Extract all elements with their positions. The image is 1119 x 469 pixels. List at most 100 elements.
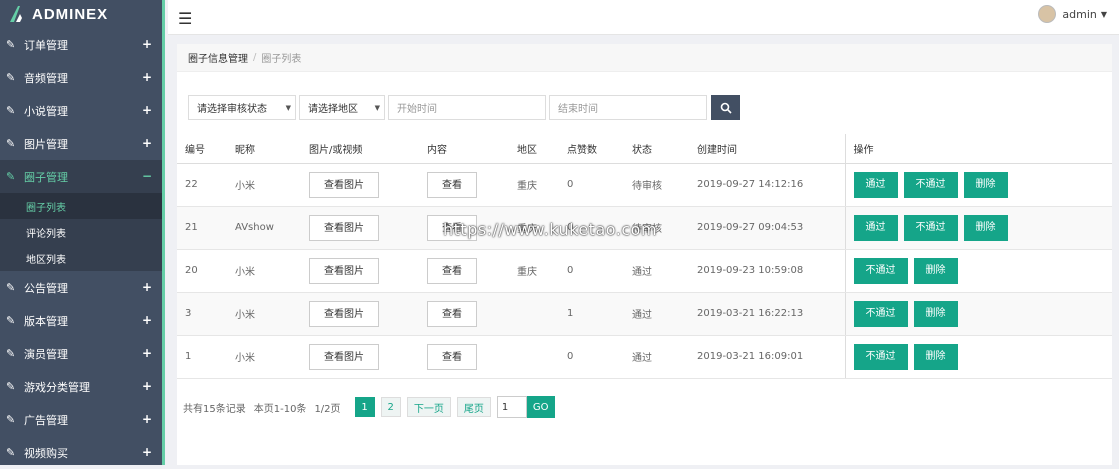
sidebar-item-label: 演员管理 — [24, 347, 68, 361]
sidebar-item-7[interactable]: ✎ 演员管理 + — [0, 337, 162, 370]
view-content-button[interactable]: 查看 — [427, 300, 477, 327]
view-content-button[interactable]: 查看 — [427, 257, 477, 284]
brand-logo[interactable]: ADMINEX — [0, 0, 162, 28]
start-time-input[interactable]: 开始时间 — [388, 95, 546, 120]
search-button[interactable] — [711, 95, 740, 120]
sidebar-item-2[interactable]: ✎ 小说管理 + — [0, 94, 162, 127]
pager-range: 本页1-10条 — [253, 403, 307, 415]
menu-toggle-icon[interactable]: ☰ — [178, 9, 192, 28]
sidebar-item-5[interactable]: ✎ 公告管理 + — [0, 271, 162, 304]
cell-name: AVshow — [227, 206, 301, 250]
cell-id: 20 — [177, 249, 227, 293]
cell-content: 查看 — [419, 335, 509, 379]
sidebar-item-6[interactable]: ✎ 版本管理 + — [0, 304, 162, 337]
next-page-button[interactable]: 下一页 — [406, 397, 451, 417]
page-jump-input[interactable]: 1 — [496, 396, 527, 418]
th-id: 编号 — [177, 134, 227, 164]
cell-created: 2019-09-27 09:04:53 — [689, 206, 845, 250]
select-arrow-icon: ▼ — [374, 103, 380, 112]
action-button[interactable]: 通过 — [853, 171, 898, 198]
avatar — [1038, 5, 1057, 23]
cell-status: 通过 — [624, 249, 689, 293]
action-button[interactable]: 删除 — [913, 343, 958, 370]
last-page-button[interactable]: 尾页 — [456, 397, 491, 417]
view-image-button[interactable]: 查看图片 — [309, 171, 379, 198]
cell-likes: 0 — [559, 335, 624, 379]
table-row: 20 小米 查看图片 查看 重庆 0 通过 2019-09-23 10:59:08 不通过 删除 — [177, 249, 1112, 293]
cell-likes: 0 — [559, 249, 624, 293]
view-image-button[interactable]: 查看图片 — [309, 300, 379, 327]
cell-created: 2019-03-21 16:22:13 — [689, 292, 845, 336]
sidebar-item-label: 视频购买 — [24, 446, 68, 460]
action-button[interactable]: 不通过 — [853, 343, 908, 370]
sidebar-item-9[interactable]: ✎ 广告管理 + — [0, 403, 162, 436]
sidebar-subitem-1[interactable]: 评论列表 — [0, 219, 162, 245]
user-menu[interactable]: admin ▼ — [1038, 5, 1107, 23]
sidebar-item-8[interactable]: ✎ 游戏分类管理 + — [0, 370, 162, 403]
view-content-button[interactable]: 查看 — [427, 343, 477, 370]
sidebar-subitem-2[interactable]: 地区列表 — [0, 245, 162, 271]
action-button[interactable]: 通过 — [853, 214, 898, 241]
pager-pages: 1/2页 — [314, 403, 341, 415]
breadcrumb: 圈子信息管理 / 圈子列表 — [177, 44, 1112, 72]
sidebar-item-label: 音频管理 — [24, 71, 68, 85]
expand-icon: + — [141, 412, 152, 426]
action-button[interactable]: 删除 — [913, 257, 958, 284]
cell-name: 小米 — [227, 292, 301, 336]
action-button[interactable]: 不通过 — [903, 214, 958, 241]
cell-created: 2019-03-21 16:09:01 — [689, 335, 845, 379]
sidebar-item-10[interactable]: ✎ 视频购买 + — [0, 436, 162, 469]
expand-icon: + — [141, 346, 152, 360]
expand-icon: + — [141, 70, 152, 84]
cell-media: 查看图片 — [301, 163, 419, 207]
view-image-button[interactable]: 查看图片 — [309, 257, 379, 284]
caret-down-icon: ▼ — [1100, 9, 1107, 19]
sidebar-item-4[interactable]: ✎ 圈子管理 − — [0, 160, 162, 193]
action-button[interactable]: 删除 — [913, 300, 958, 327]
breadcrumb-separator: / — [253, 52, 257, 63]
cell-id: 3 — [177, 292, 227, 336]
action-button[interactable]: 删除 — [963, 171, 1008, 198]
expand-icon: + — [141, 103, 152, 117]
cell-created: 2019-09-23 10:59:08 — [689, 249, 845, 293]
action-button[interactable]: 不通过 — [853, 257, 908, 284]
page-1-button[interactable]: 1 — [354, 397, 375, 417]
view-image-button[interactable]: 查看图片 — [309, 214, 379, 241]
cell-content: 查看 — [419, 249, 509, 293]
cell-status: 待审核 — [624, 163, 689, 207]
cell-name: 小米 — [227, 335, 301, 379]
region-select-value: 请选择地区 — [308, 104, 358, 115]
view-content-button[interactable]: 查看 — [427, 171, 477, 198]
view-image-button[interactable]: 查看图片 — [309, 343, 379, 370]
cell-id: 1 — [177, 335, 227, 379]
action-button[interactable]: 不通过 — [853, 300, 908, 327]
edit-icon: ✎ — [6, 380, 16, 393]
end-time-input[interactable]: 结束时间 — [549, 95, 707, 120]
cell-media: 查看图片 — [301, 249, 419, 293]
pagination: 共有15条记录 本页1-10条 1/2页 1 2 下一页 尾页 1 GO — [183, 396, 555, 418]
sidebar-item-1[interactable]: ✎ 音频管理 + — [0, 61, 162, 94]
breadcrumb-parent[interactable]: 圈子信息管理 — [188, 50, 248, 65]
expand-icon: + — [141, 313, 152, 327]
action-button[interactable]: 不通过 — [903, 171, 958, 198]
edit-icon: ✎ — [6, 170, 16, 183]
sidebar-item-0[interactable]: ✎ 订单管理 + — [0, 28, 162, 61]
region-select[interactable]: 请选择地区 ▼ — [299, 95, 385, 120]
page-2-button[interactable]: 2 — [380, 397, 401, 417]
cell-likes: 1 — [559, 292, 624, 336]
th-created: 创建时间 — [689, 134, 845, 164]
filter-bar: 请选择审核状态 ▼ 请选择地区 ▼ 开始时间 结束时间 — [188, 95, 740, 120]
action-button[interactable]: 删除 — [963, 214, 1008, 241]
status-select[interactable]: 请选择审核状态 ▼ — [188, 95, 296, 120]
sidebar-item-3[interactable]: ✎ 图片管理 + — [0, 127, 162, 160]
expand-icon: + — [141, 37, 152, 51]
go-button[interactable]: GO — [526, 396, 555, 418]
sidebar-subitem-0[interactable]: 圈子列表 — [0, 193, 162, 219]
cell-id: 22 — [177, 163, 227, 207]
sidebar-item-label: 小说管理 — [24, 104, 68, 118]
edit-icon: ✎ — [6, 281, 16, 294]
cell-created: 2019-09-27 14:12:16 — [689, 163, 845, 207]
cell-region — [509, 335, 559, 379]
logo-icon — [10, 6, 22, 22]
cell-media: 查看图片 — [301, 206, 419, 250]
